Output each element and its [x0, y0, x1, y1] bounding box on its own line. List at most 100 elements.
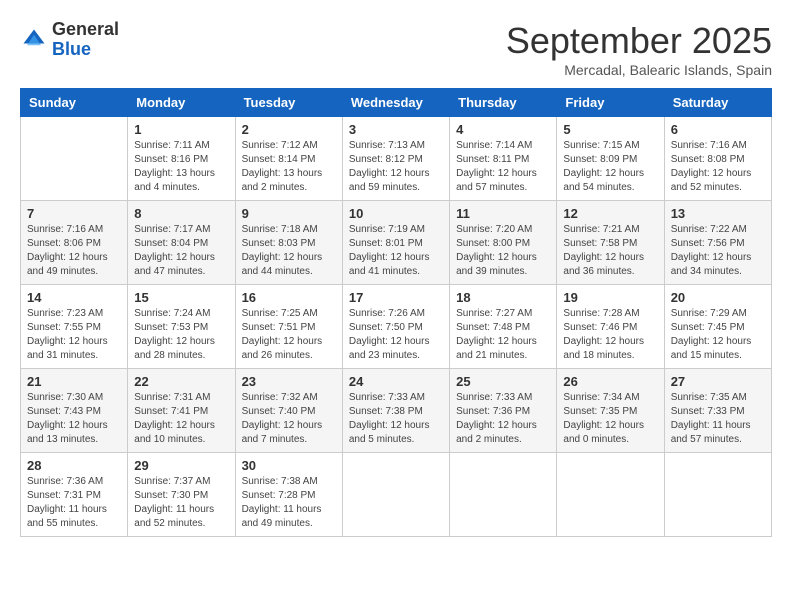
- day-number: 6: [671, 122, 765, 137]
- day-number: 22: [134, 374, 228, 389]
- day-number: 26: [563, 374, 657, 389]
- calendar-table: SundayMondayTuesdayWednesdayThursdayFrid…: [20, 88, 772, 537]
- month-title: September 2025: [506, 20, 772, 62]
- calendar-week-row: 14Sunrise: 7:23 AM Sunset: 7:55 PM Dayli…: [21, 285, 772, 369]
- day-number: 29: [134, 458, 228, 473]
- cell-info: Sunrise: 7:13 AM Sunset: 8:12 PM Dayligh…: [349, 139, 443, 195]
- day-number: 3: [349, 122, 443, 137]
- calendar-cell: [450, 453, 557, 537]
- location-text: Mercadal, Balearic Islands, Spain: [506, 62, 772, 78]
- day-number: 7: [27, 206, 121, 221]
- page-header: General Blue September 2025 Mercadal, Ba…: [20, 20, 772, 78]
- calendar-cell: 21 Sunrise: 7:30 AM Sunset: 7:43 PM Dayli…: [21, 369, 128, 453]
- calendar-cell: 20Sunrise: 7:29 AM Sunset: 7:45 PM Dayli…: [664, 285, 771, 369]
- calendar-cell: 26 Sunrise: 7:34 AM Sunset: 7:35 PM Dayli…: [557, 369, 664, 453]
- cell-info: Sunrise: 7:19 AM Sunset: 8:01 PM Dayligh…: [349, 223, 443, 279]
- day-header-friday: Friday: [557, 89, 664, 117]
- day-number: 14: [27, 290, 121, 305]
- day-number: 28: [27, 458, 121, 473]
- calendar-cell: 1 Sunrise: 7:11 AM Sunset: 8:16 PM Daylig…: [128, 117, 235, 201]
- calendar-week-row: 21 Sunrise: 7:30 AM Sunset: 7:43 PM Dayli…: [21, 369, 772, 453]
- calendar-cell: 2 Sunrise: 7:12 AM Sunset: 8:14 PM Daylig…: [235, 117, 342, 201]
- cell-info: Sunrise: 7:35 AM Sunset: 7:33 PM Dayligh…: [671, 391, 765, 447]
- day-header-monday: Monday: [128, 89, 235, 117]
- calendar-cell: 5 Sunrise: 7:15 AM Sunset: 8:09 PM Daylig…: [557, 117, 664, 201]
- cell-info: Sunrise: 7:11 AM Sunset: 8:16 PM Dayligh…: [134, 139, 228, 195]
- day-number: 17: [349, 290, 443, 305]
- day-number: 30: [242, 458, 336, 473]
- calendar-cell: 8Sunrise: 7:17 AM Sunset: 8:04 PM Daylig…: [128, 201, 235, 285]
- logo: General Blue: [20, 20, 119, 60]
- cell-info: Sunrise: 7:21 AM Sunset: 7:58 PM Dayligh…: [563, 223, 657, 279]
- title-block: September 2025 Mercadal, Balearic Island…: [506, 20, 772, 78]
- logo-general-text: General: [52, 20, 119, 40]
- cell-info: Sunrise: 7:36 AM Sunset: 7:31 PM Dayligh…: [27, 475, 121, 531]
- calendar-cell: 24 Sunrise: 7:33 AM Sunset: 7:38 PM Dayli…: [342, 369, 449, 453]
- calendar-week-row: 1 Sunrise: 7:11 AM Sunset: 8:16 PM Daylig…: [21, 117, 772, 201]
- day-number: 24: [349, 374, 443, 389]
- calendar-cell: 15Sunrise: 7:24 AM Sunset: 7:53 PM Dayli…: [128, 285, 235, 369]
- cell-info: Sunrise: 7:26 AM Sunset: 7:50 PM Dayligh…: [349, 307, 443, 363]
- logo-text: General Blue: [52, 20, 119, 60]
- day-header-thursday: Thursday: [450, 89, 557, 117]
- cell-info: Sunrise: 7:31 AM Sunset: 7:41 PM Dayligh…: [134, 391, 228, 447]
- day-number: 9: [242, 206, 336, 221]
- day-number: 1: [134, 122, 228, 137]
- cell-info: Sunrise: 7:18 AM Sunset: 8:03 PM Dayligh…: [242, 223, 336, 279]
- cell-info: Sunrise: 7:37 AM Sunset: 7:30 PM Dayligh…: [134, 475, 228, 531]
- cell-info: Sunrise: 7:28 AM Sunset: 7:46 PM Dayligh…: [563, 307, 657, 363]
- day-number: 21: [27, 374, 121, 389]
- calendar-cell: 4Sunrise: 7:14 AM Sunset: 8:11 PM Daylig…: [450, 117, 557, 201]
- day-number: 16: [242, 290, 336, 305]
- cell-info: Sunrise: 7:38 AM Sunset: 7:28 PM Dayligh…: [242, 475, 336, 531]
- day-number: 20: [671, 290, 765, 305]
- cell-info: Sunrise: 7:33 AM Sunset: 7:38 PM Dayligh…: [349, 391, 443, 447]
- calendar-week-row: 28 Sunrise: 7:36 AM Sunset: 7:31 PM Dayli…: [21, 453, 772, 537]
- day-number: 25: [456, 374, 550, 389]
- day-number: 13: [671, 206, 765, 221]
- calendar-cell: 9 Sunrise: 7:18 AM Sunset: 8:03 PM Daylig…: [235, 201, 342, 285]
- calendar-cell: 25Sunrise: 7:33 AM Sunset: 7:36 PM Dayli…: [450, 369, 557, 453]
- calendar-cell: 29 Sunrise: 7:37 AM Sunset: 7:30 PM Dayli…: [128, 453, 235, 537]
- calendar-cell: 28 Sunrise: 7:36 AM Sunset: 7:31 PM Dayli…: [21, 453, 128, 537]
- day-number: 5: [563, 122, 657, 137]
- day-number: 8: [134, 206, 228, 221]
- cell-info: Sunrise: 7:14 AM Sunset: 8:11 PM Dayligh…: [456, 139, 550, 195]
- calendar-cell: 14Sunrise: 7:23 AM Sunset: 7:55 PM Dayli…: [21, 285, 128, 369]
- day-header-saturday: Saturday: [664, 89, 771, 117]
- calendar-cell: 27 Sunrise: 7:35 AM Sunset: 7:33 PM Dayli…: [664, 369, 771, 453]
- cell-info: Sunrise: 7:27 AM Sunset: 7:48 PM Dayligh…: [456, 307, 550, 363]
- day-number: 11: [456, 206, 550, 221]
- calendar-header-row: SundayMondayTuesdayWednesdayThursdayFrid…: [21, 89, 772, 117]
- cell-info: Sunrise: 7:30 AM Sunset: 7:43 PM Dayligh…: [27, 391, 121, 447]
- cell-info: Sunrise: 7:12 AM Sunset: 8:14 PM Dayligh…: [242, 139, 336, 195]
- calendar-cell: [664, 453, 771, 537]
- calendar-cell: [342, 453, 449, 537]
- calendar-cell: 19 Sunrise: 7:28 AM Sunset: 7:46 PM Dayli…: [557, 285, 664, 369]
- calendar-cell: 13 Sunrise: 7:22 AM Sunset: 7:56 PM Dayli…: [664, 201, 771, 285]
- day-number: 27: [671, 374, 765, 389]
- calendar-cell: 12 Sunrise: 7:21 AM Sunset: 7:58 PM Dayli…: [557, 201, 664, 285]
- day-number: 12: [563, 206, 657, 221]
- day-number: 23: [242, 374, 336, 389]
- calendar-week-row: 7Sunrise: 7:16 AM Sunset: 8:06 PM Daylig…: [21, 201, 772, 285]
- calendar-cell: 16Sunrise: 7:25 AM Sunset: 7:51 PM Dayli…: [235, 285, 342, 369]
- cell-info: Sunrise: 7:15 AM Sunset: 8:09 PM Dayligh…: [563, 139, 657, 195]
- logo-blue-text: Blue: [52, 40, 119, 60]
- day-header-wednesday: Wednesday: [342, 89, 449, 117]
- day-number: 18: [456, 290, 550, 305]
- day-number: 19: [563, 290, 657, 305]
- calendar-cell: 10 Sunrise: 7:19 AM Sunset: 8:01 PM Dayli…: [342, 201, 449, 285]
- calendar-cell: 22 Sunrise: 7:31 AM Sunset: 7:41 PM Dayli…: [128, 369, 235, 453]
- day-number: 2: [242, 122, 336, 137]
- calendar-cell: 11Sunrise: 7:20 AM Sunset: 8:00 PM Dayli…: [450, 201, 557, 285]
- cell-info: Sunrise: 7:16 AM Sunset: 8:08 PM Dayligh…: [671, 139, 765, 195]
- cell-info: Sunrise: 7:22 AM Sunset: 7:56 PM Dayligh…: [671, 223, 765, 279]
- day-number: 10: [349, 206, 443, 221]
- cell-info: Sunrise: 7:32 AM Sunset: 7:40 PM Dayligh…: [242, 391, 336, 447]
- day-header-tuesday: Tuesday: [235, 89, 342, 117]
- calendar-cell: 30 Sunrise: 7:38 AM Sunset: 7:28 PM Dayli…: [235, 453, 342, 537]
- calendar-cell: 18 Sunrise: 7:27 AM Sunset: 7:48 PM Dayli…: [450, 285, 557, 369]
- cell-info: Sunrise: 7:24 AM Sunset: 7:53 PM Dayligh…: [134, 307, 228, 363]
- cell-info: Sunrise: 7:34 AM Sunset: 7:35 PM Dayligh…: [563, 391, 657, 447]
